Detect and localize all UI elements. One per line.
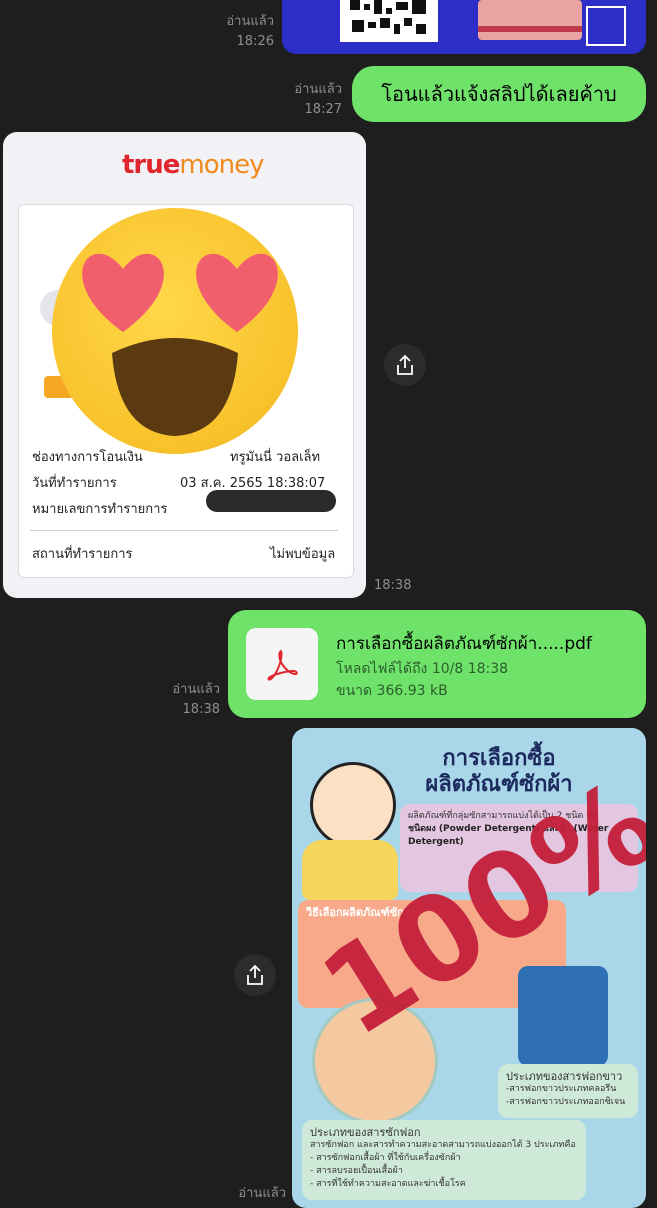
truemoney-logo: truemoney — [122, 150, 265, 180]
girl-illustration — [310, 762, 396, 848]
slip-location-label: สถานที่ทำรายการ — [32, 547, 133, 562]
text-message-bubble[interactable]: โอนแล้วแจ้งสลิปได้เลยค้าบ — [352, 66, 646, 122]
pdf-filename: การเลือกซื้อผลิตภัณฑ์ซักผ้า.....pdf — [336, 634, 592, 654]
qr-code-image — [340, 0, 438, 42]
box-bleach-item-1: -สารฟอกขาวประเภทคลอรีน — [506, 1084, 617, 1094]
box-bleach-item-2: -สารฟอกขาวประเภทออกซิเจน — [506, 1097, 626, 1107]
poster-box-bleach: ประเภทของสารฟอกขาว -สารฟอกขาวประเภทคลอรี… — [498, 1064, 638, 1118]
box-detergent-intro: สารซักฟอก และสารทำความสะอาดสามารถแบ่งออก… — [310, 1140, 576, 1150]
poster-box-detergent: ประเภทของสารซักฟอก สารซักฟอก และสารทำควา… — [302, 1120, 586, 1200]
pdf-file-size: ขนาด 366.93 kB — [336, 683, 448, 699]
read-status-1: อ่านแล้ว 18:26 — [214, 12, 274, 52]
box-detergent-item-2: - สารลบรอยเปื้อนเสื้อผ้า — [310, 1166, 403, 1176]
read-label: อ่านแล้ว — [294, 82, 342, 97]
share-button-2[interactable] — [234, 954, 276, 996]
cube-outline — [586, 6, 626, 46]
shirt-illustration — [518, 966, 608, 1066]
slip-divider — [30, 530, 338, 531]
share-button-1[interactable] — [384, 344, 426, 386]
box-detergent-item-1: - สารซักฟอกเสื้อผ้า ที่ใช้กับเครื่องซักผ… — [310, 1153, 461, 1163]
read-label: อ่านแล้ว — [226, 14, 274, 29]
redacted-transaction-id — [206, 490, 336, 512]
message-time: 18:38 — [374, 578, 412, 593]
read-status-3: อ่านแล้ว 18:38 — [160, 680, 220, 720]
message-text: โอนแล้วแจ้งสลิปได้เลยค้าบ — [381, 82, 617, 106]
pdf-download-expiry: โหลดไฟล์ได้ถึง 10/8 18:38 — [336, 661, 509, 677]
image-message-top[interactable] — [282, 0, 646, 54]
box-detergent-title: ประเภทของสารซักฟอก — [310, 1126, 421, 1139]
heart-eyes-emoji — [52, 208, 298, 454]
read-status-2: อ่านแล้ว 18:27 — [280, 80, 342, 120]
share-icon — [247, 964, 263, 985]
slip-location-value: ไม่พบข้อมูล — [270, 547, 336, 562]
girl-shirt — [302, 840, 398, 900]
box-illustration — [478, 0, 582, 40]
box-detergent-item-3: - สารที่ใช้ทำความสะอาดและฆ่าเชื้อโรค — [310, 1179, 466, 1189]
read-status-4: อ่านแล้ว — [238, 1186, 286, 1201]
box-tape — [478, 26, 582, 32]
infographic-image[interactable]: การเลือกซื้อ ผลิตภัณฑ์ซักผ้า ผลิตภัณฑ์ที… — [292, 728, 646, 1208]
pdf-file-icon — [246, 628, 318, 700]
read-label: อ่านแล้ว — [172, 682, 220, 697]
pdf-file-message[interactable]: การเลือกซื้อผลิตภัณฑ์ซักผ้า.....pdf โหลด… — [228, 610, 646, 718]
box-bleach-title: ประเภทของสารฟอกขาว — [506, 1070, 623, 1083]
message-time: 18:27 — [304, 102, 342, 117]
message-time: 18:38 — [182, 702, 220, 717]
message-time: 18:26 — [236, 34, 274, 49]
slip-date-label: วันที่ทำรายการ — [32, 476, 117, 491]
slip-transaction-label: หมายเลขการทำรายการ — [32, 502, 168, 517]
share-icon — [397, 354, 413, 375]
